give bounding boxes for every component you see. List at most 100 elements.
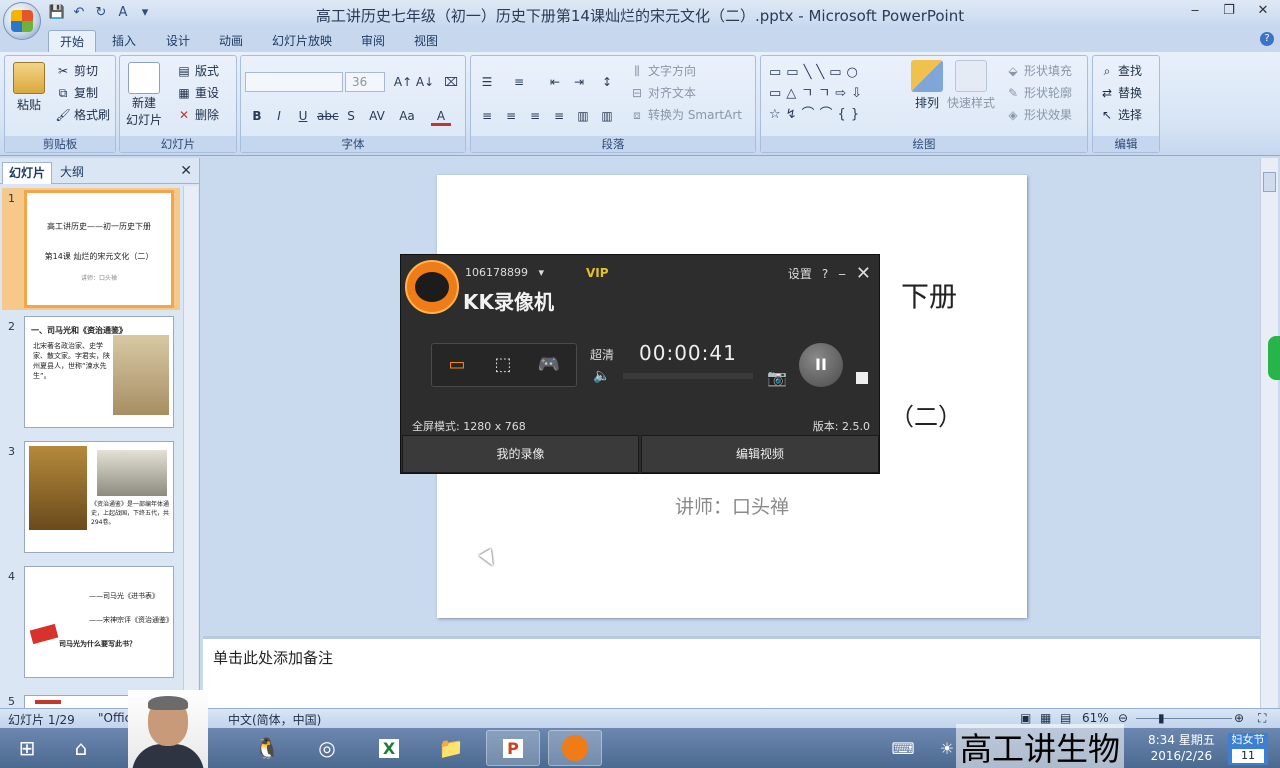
zoom-out-icon[interactable]: ⊖ — [1118, 711, 1128, 725]
columns-button[interactable]: ▥ — [597, 106, 617, 126]
new-slide-button[interactable]: 新建 幻灯片 — [126, 62, 162, 128]
tab-slideshow[interactable]: 幻灯片放映 — [262, 30, 342, 52]
slide-thumbnail-4[interactable]: 4 ——司马光《进书表》 ——宋神宗评《资治通鉴》 司马光为什么要写此书？ — [2, 566, 180, 682]
decrease-indent-button[interactable]: ⇤ — [545, 72, 565, 92]
select-button[interactable]: ↖ 选择 — [1099, 106, 1142, 123]
justify-button[interactable]: ≡ — [549, 106, 569, 126]
quick-styles-button[interactable]: 快速样式 — [947, 60, 995, 111]
tab-outline[interactable]: 大纲 — [54, 162, 90, 184]
shadow-button[interactable]: S — [341, 106, 361, 126]
taskbar-home[interactable]: ⌂ — [54, 730, 108, 766]
tab-view[interactable]: 视图 — [404, 30, 448, 52]
align-left-button[interactable]: ≡ — [477, 106, 497, 126]
distribute-button[interactable]: ▥ — [573, 106, 593, 126]
restore-button[interactable]: ❐ — [1212, 0, 1246, 22]
tab-animations[interactable]: 动画 — [209, 30, 253, 52]
taskbar-excel[interactable]: X — [362, 730, 416, 766]
align-center-button[interactable]: ≡ — [501, 106, 521, 126]
taskbar-explorer[interactable]: 📁 — [424, 730, 478, 766]
language-indicator[interactable]: 中文(简体，中国) — [228, 711, 321, 728]
increase-indent-button[interactable]: ⇥ — [569, 72, 589, 92]
zoom-level[interactable]: 61% — [1082, 711, 1109, 725]
shrink-font-button[interactable]: A↓ — [415, 72, 435, 92]
game-mode-icon[interactable]: 🎮 — [536, 354, 562, 376]
layout-button[interactable]: ▤ 版式 — [176, 62, 219, 79]
spacing-button[interactable]: AV — [367, 106, 387, 126]
zoom-in-icon[interactable]: ⊕ — [1234, 711, 1244, 725]
zoom-slider-thumb-icon[interactable]: ▮ — [1158, 711, 1165, 725]
cut-button[interactable]: ✂ 剪切 — [55, 62, 98, 79]
change-case-button[interactable]: Aa — [397, 106, 417, 126]
tab-insert[interactable]: 插入 — [102, 30, 146, 52]
bullets-button[interactable]: ☰ — [477, 72, 497, 92]
settings-button[interactable]: 设置 — [788, 265, 812, 282]
fit-window-icon[interactable]: ⛶ — [1258, 711, 1266, 726]
format-painter-button[interactable]: 🖌 格式刷 — [55, 106, 110, 123]
slideshow-view-icon[interactable]: ▤ — [1060, 711, 1071, 725]
quality-selector[interactable]: 超清 — [590, 346, 614, 363]
fullscreen-mode-icon[interactable]: ▭ — [444, 354, 470, 376]
taskbar-qq[interactable]: 🐧 — [240, 730, 294, 766]
strikethrough-button[interactable]: abc — [317, 106, 339, 126]
panel-close-icon[interactable]: ✕ — [180, 163, 192, 179]
bold-button[interactable]: B — [247, 106, 267, 126]
taskbar-browser[interactable]: ◎ — [300, 730, 354, 766]
tab-slides[interactable]: 幻灯片 — [2, 162, 53, 184]
help-icon[interactable]: ? — [1260, 32, 1274, 46]
scrollbar-thumb[interactable] — [1263, 172, 1276, 192]
vip-badge[interactable]: VIP — [586, 266, 609, 280]
office-button[interactable] — [3, 2, 41, 40]
slide-title-text[interactable]: 下册 — [901, 275, 957, 315]
align-text-button[interactable]: ⊟ 对齐文本 — [629, 84, 696, 101]
normal-view-icon[interactable]: ▣ — [1020, 711, 1031, 725]
calendar-badge[interactable]: 妇女节 11 — [1228, 733, 1268, 765]
grow-font-button[interactable]: A↑ — [393, 72, 413, 92]
arrange-button[interactable]: 排列 — [911, 60, 943, 111]
slide-subtitle-text[interactable]: （二） — [890, 397, 962, 432]
panel-scrollbar[interactable] — [183, 186, 198, 708]
clock[interactable]: 8:34 星期五 2016/2/26 — [1148, 732, 1215, 764]
tab-review[interactable]: 审阅 — [351, 30, 395, 52]
close-button[interactable]: ✕ — [1246, 0, 1280, 22]
reset-button[interactable]: ▦ 重设 — [176, 84, 219, 101]
shape-fill-button[interactable]: ⬙ 形状填充 — [1005, 62, 1072, 79]
shape-outline-button[interactable]: ✎ 形状轮廓 — [1005, 84, 1072, 101]
italic-button[interactable]: I — [269, 106, 289, 126]
numbering-button[interactable]: ≡ — [509, 72, 529, 92]
clear-format-button[interactable]: ⌧ — [441, 72, 461, 92]
underline-button[interactable]: U — [293, 106, 313, 126]
slide-thumbnail-1[interactable]: 1 高工讲历史——初一历史下册 第14课 灿烂的宋元文化（二） 讲师：口头禅 — [2, 188, 180, 310]
volume-icon[interactable]: 🔈 — [593, 368, 610, 384]
paste-button[interactable]: 粘贴 — [13, 62, 45, 113]
tab-home[interactable]: 开始 — [48, 30, 96, 52]
font-size-box[interactable]: 36 — [345, 72, 385, 92]
recorder-minimize-button[interactable]: ‒ — [838, 267, 846, 281]
font-name-box[interactable] — [245, 72, 343, 92]
find-button[interactable]: ⌕ 查找 — [1099, 62, 1142, 79]
pause-button[interactable]: II — [799, 343, 843, 387]
taskbar-kk-recorder[interactable] — [548, 730, 602, 766]
main-vertical-scrollbar[interactable] — [1260, 158, 1278, 708]
tab-design[interactable]: 设计 — [156, 30, 200, 52]
volume-bar[interactable] — [623, 373, 753, 379]
slide-thumbnail-3[interactable]: 3 《资治通鉴》是一部编年体通史，上起战国，下终五代，共294卷。 — [2, 441, 180, 557]
slide-teacher-text[interactable]: 讲师：口头禅 — [437, 492, 1027, 519]
my-recordings-button[interactable]: 我的录像 — [402, 435, 639, 473]
line-spacing-button[interactable]: ↕ — [597, 72, 617, 92]
zoom-slider[interactable] — [1136, 718, 1232, 719]
align-right-button[interactable]: ≡ — [525, 106, 545, 126]
delete-slide-button[interactable]: ✕ 删除 — [176, 106, 219, 123]
recorder-close-button[interactable]: ✕ — [856, 263, 871, 284]
notes-pane[interactable]: 单击此处添加备注 — [203, 636, 1260, 708]
convert-smartart-button[interactable]: ⧈ 转换为 SmartArt — [629, 106, 742, 123]
start-button[interactable]: ⊞ — [0, 730, 54, 766]
sorter-view-icon[interactable]: ▦ — [1040, 711, 1051, 725]
camera-icon[interactable]: 📷 — [767, 368, 787, 387]
help-button[interactable]: ? — [822, 267, 828, 281]
taskbar-powerpoint[interactable]: P — [486, 730, 540, 766]
region-mode-icon[interactable]: ⬚ — [490, 354, 516, 376]
text-direction-button[interactable]: ⫼ 文字方向 — [629, 62, 696, 79]
copy-button[interactable]: ⧉ 复制 — [55, 84, 98, 101]
slide-thumbnail-2[interactable]: 2 一、司马光和《资治通鉴》 北宋著名政治家、史学家、散文家。字君实，陕州夏县人… — [2, 316, 180, 432]
edit-video-button[interactable]: 编辑视频 — [641, 435, 879, 473]
